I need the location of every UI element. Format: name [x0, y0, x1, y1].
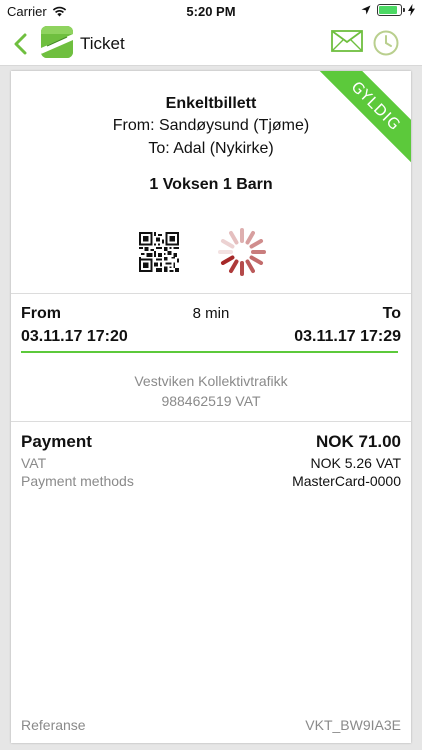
reference-value: VKT_BW9IA3E: [305, 717, 401, 733]
payment-methods-label: Payment methods: [21, 473, 134, 489]
clock-icon: [373, 30, 399, 56]
charging-bolt-icon: [408, 4, 415, 16]
operator-org-number: 988462519 VAT: [161, 393, 261, 409]
back-button[interactable]: [8, 30, 32, 58]
mail-button[interactable]: [331, 30, 363, 56]
spinner-segment: [220, 255, 235, 265]
battery-level: [379, 6, 397, 14]
spinner-segment: [249, 255, 264, 265]
status-time: 5:20 PM: [186, 4, 236, 19]
reference-label: Referanse: [21, 717, 86, 733]
payment-total: NOK 71.00: [315, 432, 401, 451]
arrival-time: 03.11.17 17:29: [294, 328, 401, 345]
status-right: [361, 4, 415, 16]
payment-label: Payment: [21, 432, 92, 451]
nav-bar: Ticket: [0, 22, 422, 66]
spinner-segment: [229, 259, 239, 274]
operator-name: Vestviken Kollektivtrafikk: [134, 373, 288, 389]
history-button[interactable]: [372, 29, 400, 57]
loading-spinner-icon: [218, 228, 266, 276]
spinner-segment: [220, 239, 235, 249]
ticket-card: GYLDIG Enkeltbillett From: Sandøysund (T…: [11, 71, 411, 743]
trip-duration: 8 min: [192, 305, 230, 322]
vat-value: NOK 5.26 VAT: [310, 455, 401, 471]
spinner-segment: [249, 239, 264, 249]
spinner-segment: [245, 259, 255, 274]
ticket-type: Enkeltbillett: [165, 95, 257, 112]
back-chevron-icon: [14, 33, 27, 55]
battery-icon: [377, 4, 405, 16]
origin-stop: From: Sandøysund (Tjøme): [112, 117, 310, 134]
trip-progress-line: [21, 351, 398, 353]
section-divider: [11, 421, 411, 422]
app-logo-icon: [41, 26, 73, 58]
vat-label: VAT: [21, 455, 47, 471]
destination-stop: To: Adal (Nykirke): [148, 140, 274, 157]
qr-code-icon[interactable]: [139, 232, 179, 272]
mail-icon: [331, 30, 363, 52]
status-bar: Carrier 5:20 PM: [0, 0, 422, 22]
passenger-summary: 1 Voksen 1 Barn: [149, 176, 273, 193]
spinner-segment: [229, 230, 239, 245]
arrival-label: To: [382, 305, 401, 322]
section-divider: [11, 293, 411, 294]
departure-time: 03.11.17 17:20: [21, 328, 128, 345]
payment-methods-value: MasterCard-0000: [292, 473, 401, 489]
page-title: Ticket: [80, 34, 125, 53]
spinner-segment: [245, 230, 255, 245]
location-arrow-icon: [361, 5, 371, 15]
